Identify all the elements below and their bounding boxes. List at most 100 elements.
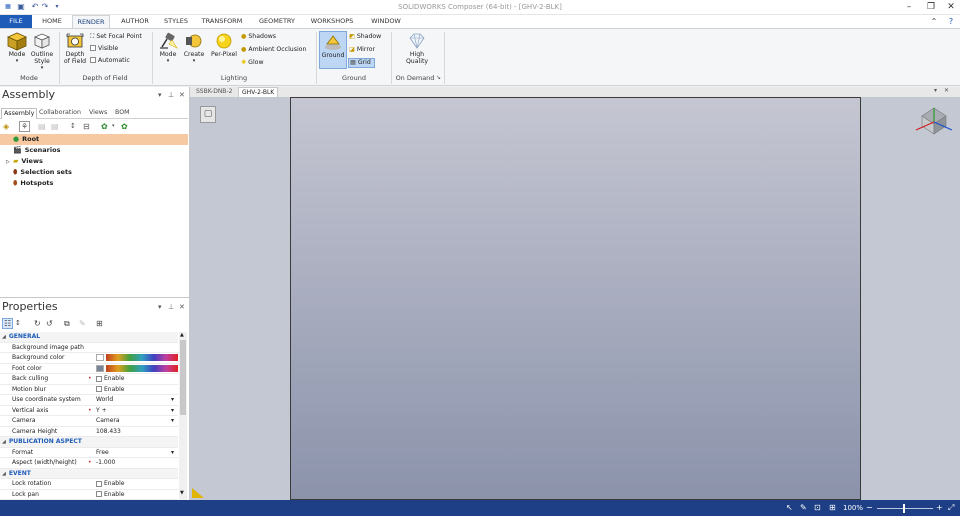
tree-item[interactable]: ▷ ▰ Views [0, 156, 188, 167]
color-swatch[interactable] [96, 364, 104, 372]
categorized-icon[interactable]: ☷ [2, 318, 14, 329]
property-checkbox[interactable] [96, 375, 102, 382]
collapse-all-icon[interactable]: ⊟ [83, 120, 90, 133]
pin-icon[interactable]: ⊥ [168, 303, 174, 311]
tab-bom[interactable]: BOM [115, 108, 130, 118]
tab-geometry[interactable]: GEOMETRY [252, 15, 302, 28]
help-icon[interactable]: ? [944, 15, 958, 28]
property-row[interactable]: Lock rotation Enable [0, 479, 178, 490]
tab-assembly[interactable]: Assembly [1, 108, 38, 119]
move-down-icon[interactable]: ▤ [51, 120, 59, 133]
property-value[interactable]: Enable [96, 374, 176, 385]
dof-visible-checkbox[interactable]: Visible [90, 45, 118, 53]
refresh-icon[interactable]: ↻ [34, 317, 41, 330]
property-row[interactable]: Foot color [0, 364, 178, 375]
property-value[interactable]: Free ▾ [96, 448, 176, 459]
alphabetical-icon[interactable]: ↕ [15, 317, 21, 330]
panel-close-icon[interactable]: ✕ [179, 91, 185, 99]
navigation-cube-icon[interactable] [912, 104, 956, 136]
property-checkbox[interactable] [96, 491, 102, 497]
select-icon[interactable]: ◈ [3, 120, 9, 133]
doc-tabs-dropdown-icon[interactable]: ▾ [934, 87, 937, 94]
scroll-down-icon[interactable]: ▼ [180, 490, 184, 496]
tab-views[interactable]: Views [89, 108, 107, 118]
panel-close-icon[interactable]: ✕ [179, 303, 185, 311]
property-value[interactable]: Camera ▾ [96, 416, 176, 427]
tree-item[interactable]: ● Root [0, 134, 188, 145]
category-expander-icon[interactable]: ◢ [2, 334, 6, 340]
doc-tab-ghv[interactable]: GHV-2-BLK [238, 87, 279, 97]
tree-item[interactable]: 🎬 Scenarios [0, 145, 188, 156]
minimize-button[interactable]: – [898, 1, 920, 13]
zoom-slider-thumb[interactable] [903, 504, 905, 513]
color-palette[interactable] [106, 364, 178, 372]
show-hide-dropdown-icon[interactable]: ▾ [112, 120, 115, 133]
lighting-mode-button[interactable]: Mode ▾ [155, 31, 181, 65]
property-row[interactable]: Vertical axis • Y + ▾ [0, 406, 178, 417]
ribbon-collapse-icon[interactable]: ⌃ [928, 15, 940, 28]
copy-properties-icon[interactable]: ⧉ [64, 317, 70, 330]
property-category[interactable]: ◢ EVENT [0, 468, 178, 479]
tab-render[interactable]: RENDER [72, 15, 110, 28]
select-mode-icon[interactable]: ↖ [786, 503, 793, 512]
fit-all-icon[interactable]: ⤢ [948, 503, 954, 513]
tab-home[interactable]: HOME [36, 15, 68, 28]
property-row[interactable]: Use coordinate system World ▾ [0, 395, 178, 406]
set-focal-point-button[interactable]: ⛶ Set Focal Point [90, 33, 142, 41]
scene-area[interactable] [290, 97, 861, 500]
property-checkbox[interactable] [96, 386, 102, 392]
property-value[interactable] [96, 353, 178, 364]
property-value[interactable]: Y + ▾ [96, 406, 176, 417]
property-value[interactable] [96, 364, 178, 375]
zoom-slider[interactable] [877, 504, 933, 513]
panel-menu-icon[interactable]: ▾ [158, 303, 162, 311]
paste-properties-icon[interactable]: ✎ [79, 317, 86, 330]
properties-scrollbar[interactable]: ▲ ▼ [179, 332, 187, 500]
color-swatch[interactable] [96, 354, 104, 361]
property-row[interactable]: Background image path [0, 343, 178, 353]
scroll-up-icon[interactable]: ▲ [180, 332, 184, 338]
color-palette[interactable] [106, 354, 178, 361]
ambient-occlusion-toggle[interactable]: ● Ambient Occlusion [241, 46, 306, 54]
document-thumbnail-icon[interactable]: ▢ [200, 106, 216, 123]
tree-item[interactable]: ⬮ Hotspots [0, 178, 188, 189]
create-light-button[interactable]: Create ▾ [181, 31, 207, 65]
doc-tab-ssbk[interactable]: SSBK-DNB-2 [196, 88, 232, 95]
zoom-fit-icon[interactable]: ⊡ [814, 503, 821, 512]
category-expander-icon[interactable]: ◢ [2, 471, 6, 477]
property-category[interactable]: ◢ GENERAL [0, 332, 178, 343]
tab-workshops[interactable]: WORKSHOPS [306, 15, 358, 28]
zoom-in-icon[interactable]: + [936, 503, 943, 512]
zoom-out-icon[interactable]: − [866, 503, 873, 512]
property-value[interactable]: 108.433 [96, 427, 176, 438]
property-row[interactable]: Motion blur Enable [0, 385, 178, 395]
property-row[interactable]: Aspect (width/height) • -1.000 [0, 458, 178, 469]
depth-of-field-button[interactable]: Depth of Field [61, 31, 89, 65]
doc-close-icon[interactable]: ✕ [944, 87, 949, 94]
tab-file[interactable]: FILE [0, 15, 32, 28]
reset-icon[interactable]: ↺ [46, 317, 53, 330]
restore-button[interactable]: ❐ [920, 1, 942, 13]
high-quality-button[interactable]: High Quality [400, 31, 434, 65]
property-checkbox[interactable] [96, 480, 102, 487]
draw-mode-icon[interactable]: ✎ [800, 503, 807, 512]
scrollbar-thumb[interactable] [180, 340, 186, 415]
per-pixel-button[interactable]: Per-Pixel [209, 31, 239, 58]
tab-window[interactable]: WINDOW [362, 15, 410, 28]
glow-toggle[interactable]: ✺ Glow [241, 59, 264, 67]
dropdown-arrow-icon[interactable]: ▾ [171, 395, 174, 406]
sort-icon[interactable]: ↕ [70, 120, 76, 133]
dropdown-arrow-icon[interactable]: ▾ [171, 448, 174, 459]
ground-button[interactable]: Ground [319, 31, 347, 69]
dialog-launcher-icon[interactable]: ↘ [436, 74, 441, 81]
dropdown-arrow-icon[interactable]: ▾ [171, 416, 174, 427]
category-expander-icon[interactable]: ◢ [2, 439, 6, 445]
property-row[interactable]: Back culling • Enable [0, 374, 178, 385]
property-value[interactable]: Enable [96, 479, 176, 490]
mirror-toggle[interactable]: ◪ Mirror [349, 46, 375, 54]
outline-style-button[interactable]: Outline Style ▾ [29, 31, 55, 72]
tree-item[interactable]: ⬮ Selection sets [0, 167, 188, 178]
dof-automatic-checkbox[interactable]: Automatic [90, 57, 130, 65]
tab-transform[interactable]: TRANSFORM [196, 15, 248, 28]
tab-styles[interactable]: STYLES [158, 15, 194, 28]
